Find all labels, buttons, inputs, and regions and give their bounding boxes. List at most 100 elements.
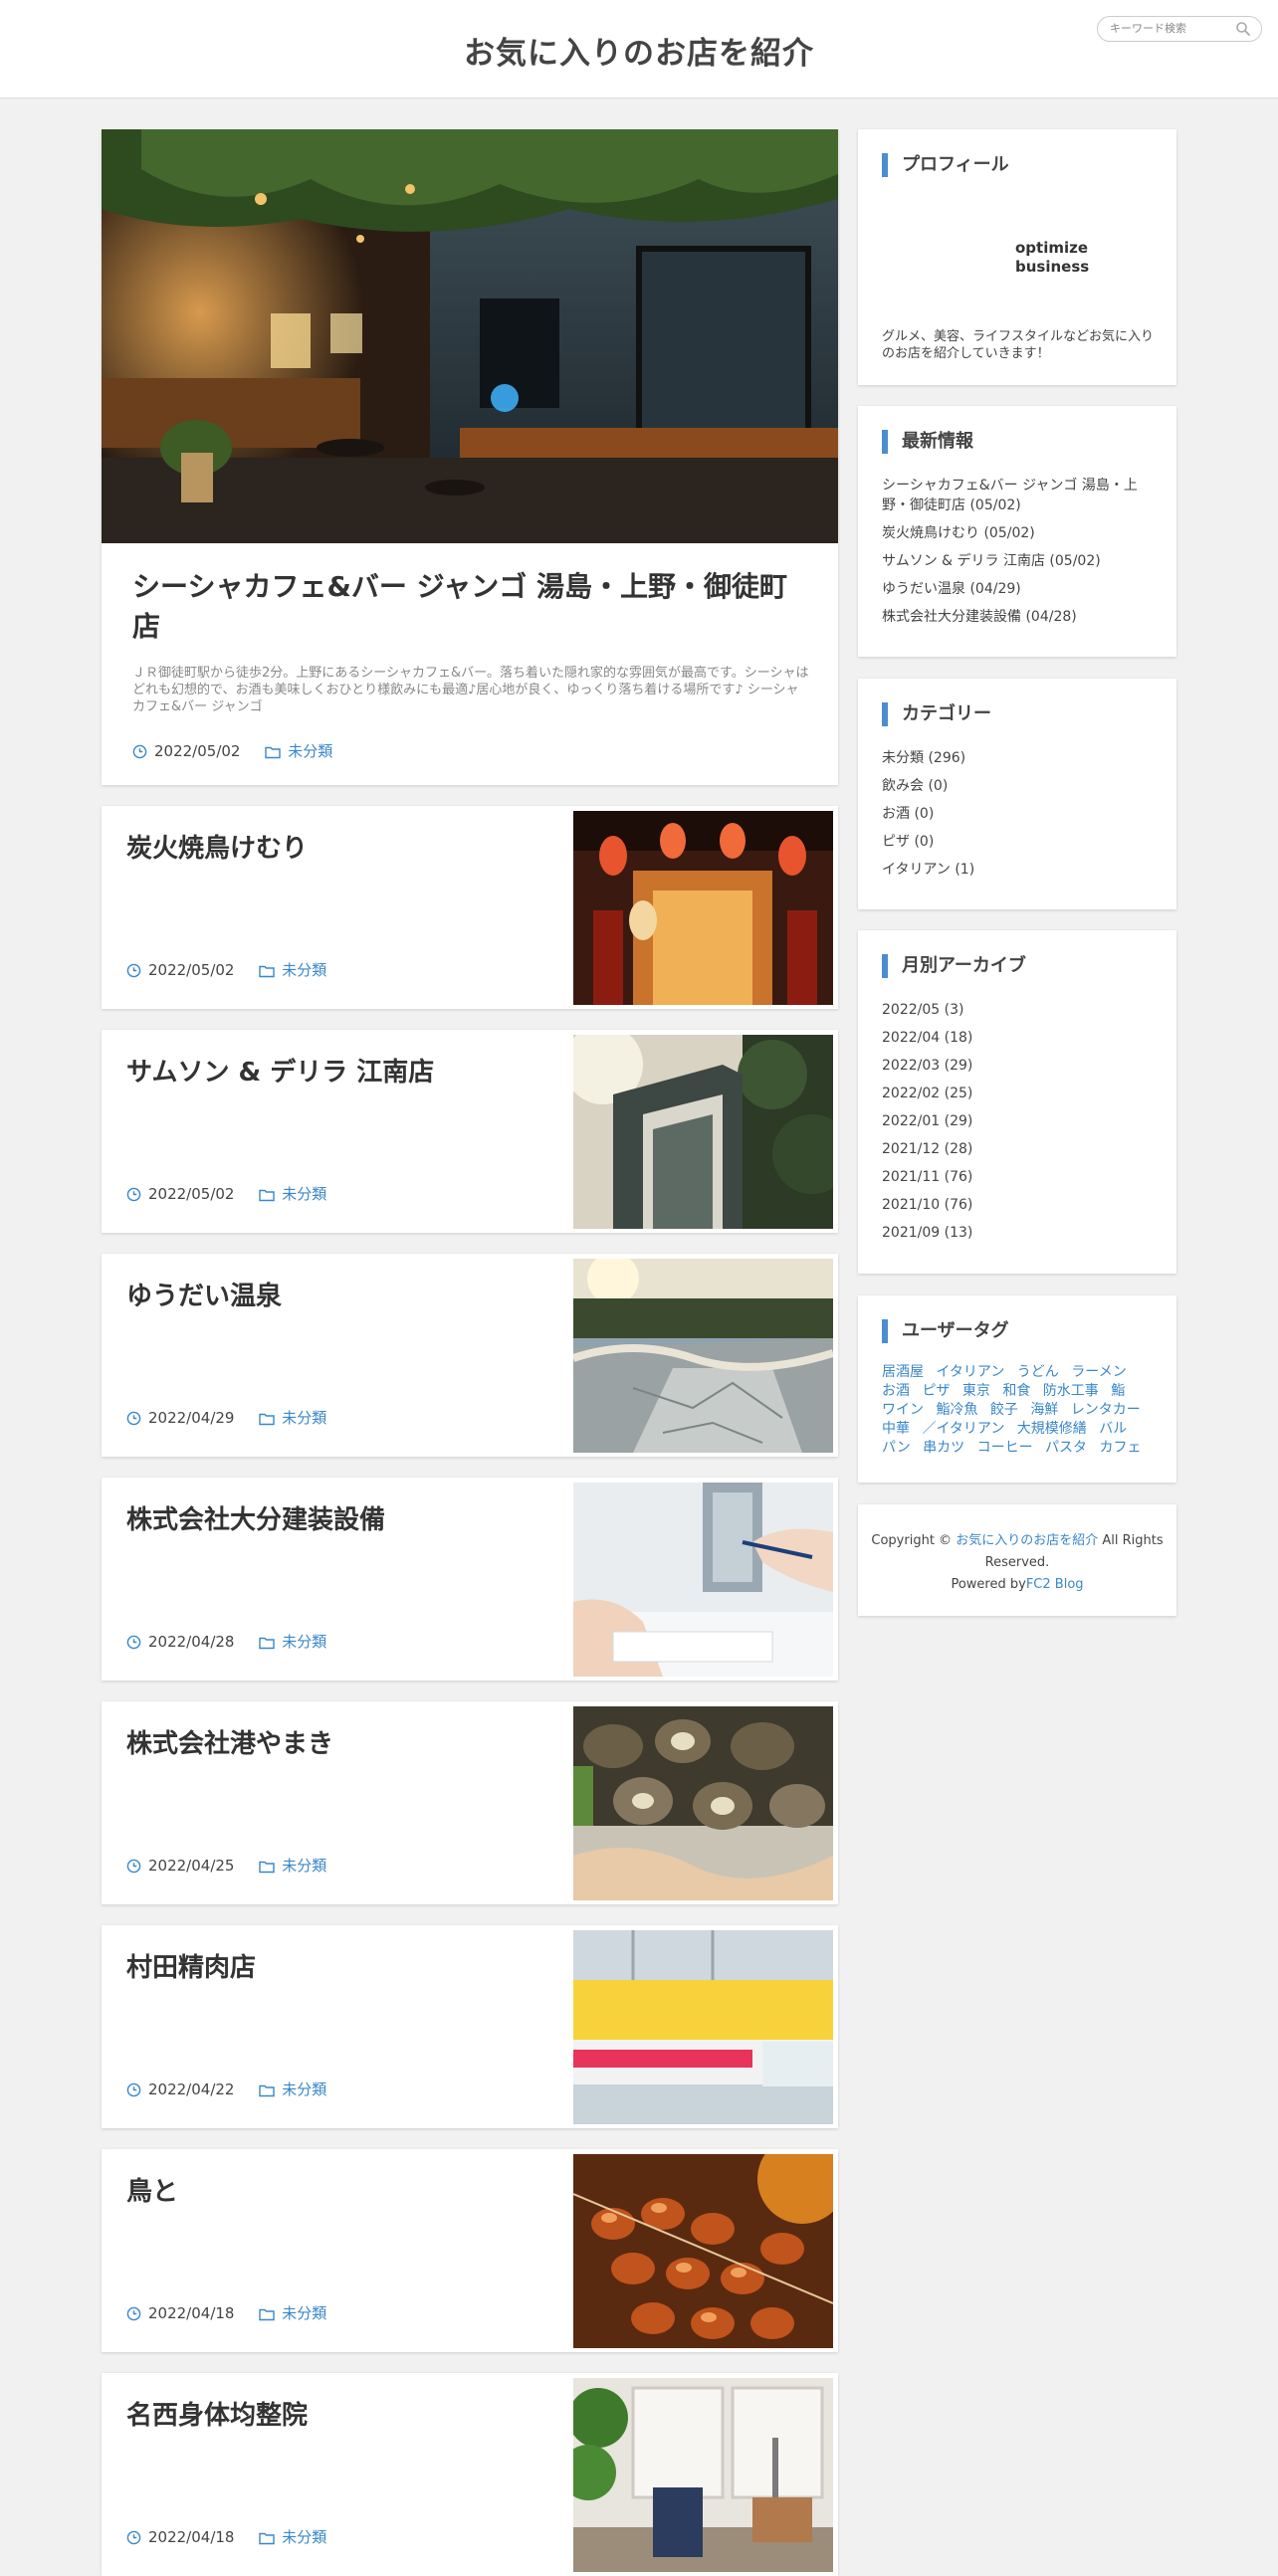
site-title[interactable]: お気に入りのお店を紹介 — [0, 28, 1278, 73]
post-date: 2022/04/28 — [148, 1633, 235, 1651]
post-card[interactable]: サムソン & デリラ 江南店 2022/05/02 未分類 — [102, 1030, 838, 1233]
post-card[interactable]: 名西身体均整院 2022/04/18 未分類 — [102, 2373, 838, 2576]
tag-link[interactable]: 東京 — [962, 1383, 990, 1399]
tag-link[interactable]: コーヒー — [977, 1440, 1033, 1456]
post-category-link[interactable]: 未分類 — [282, 961, 326, 979]
tag-link[interactable]: パン — [882, 1440, 911, 1456]
archive-link[interactable]: 2022/02 (25) — [882, 1080, 1161, 1107]
post-title[interactable]: 名西身体均整院 — [126, 2395, 554, 2432]
archive-link[interactable]: 2021/09 (13) — [882, 1219, 1161, 1247]
powered-by-text: Powered by — [951, 1577, 1026, 1592]
post-date: 2022/05/02 — [148, 961, 235, 979]
archive-link[interactable]: 2022/04 (18) — [882, 1024, 1161, 1052]
category-link[interactable]: 飲み会 (0) — [882, 772, 1161, 800]
post-meta: 2022/04/18 未分類 — [126, 2526, 326, 2547]
post-title[interactable]: 株式会社港やまき — [126, 1723, 554, 1760]
tag-link[interactable]: うどん — [1017, 1364, 1059, 1380]
featured-post[interactable]: シーシャカフェ&バー ジャンゴ 湯島・上野・御徒町店 ＪＲ御徒町駅から徒歩2分。… — [102, 129, 838, 785]
post-thumbnail[interactable] — [573, 2154, 833, 2348]
category-link[interactable]: イタリアン (1) — [882, 856, 1161, 884]
post-category-link[interactable]: 未分類 — [282, 1409, 326, 1427]
category-link[interactable]: お酒 (0) — [882, 800, 1161, 828]
tag-link[interactable]: ワイン — [882, 1402, 924, 1418]
post-category-link[interactable]: 未分類 — [288, 742, 332, 760]
post-card[interactable]: 株式会社大分建装設備 2022/04/28 未分類 — [102, 1478, 838, 1681]
recent-post-link[interactable]: 炭火焼鳥けむり (05/02) — [882, 519, 1161, 547]
archive-link[interactable]: 2022/03 (29) — [882, 1052, 1161, 1080]
tag-link[interactable]: 居酒屋 — [882, 1364, 924, 1380]
featured-image[interactable] — [102, 129, 838, 543]
post-thumbnail[interactable] — [573, 2378, 833, 2572]
tag-link[interactable]: 和食 — [1002, 1383, 1030, 1399]
post-thumbnail[interactable] — [573, 1259, 833, 1453]
profile-name[interactable]: optimize business — [1015, 239, 1125, 277]
post-category-link[interactable]: 未分類 — [282, 2081, 326, 2098]
post-category-link[interactable]: 未分類 — [282, 2528, 326, 2546]
archive-link[interactable]: 2022/05 (3) — [882, 996, 1161, 1024]
recent-post-link[interactable]: サムソン & デリラ 江南店 (05/02) — [882, 547, 1161, 575]
search-box[interactable] — [1097, 16, 1262, 42]
post-thumbnail[interactable] — [573, 811, 833, 1005]
tag-link[interactable]: レンタカー — [1071, 1402, 1141, 1418]
tag-link[interactable]: ラーメン — [1071, 1364, 1126, 1380]
tag-link[interactable]: パスタ — [1045, 1440, 1087, 1456]
archive-link[interactable]: 2021/10 (76) — [882, 1191, 1161, 1219]
featured-title[interactable]: シーシャカフェ&バー ジャンゴ 湯島・上野・御徒町店 — [132, 567, 809, 647]
fc2-blog-link[interactable]: FC2 Blog — [1026, 1577, 1084, 1592]
search-icon[interactable] — [1235, 21, 1251, 37]
post-title[interactable]: サムソン & デリラ 江南店 — [126, 1052, 554, 1089]
recent-post-link[interactable]: シーシャカフェ&バー ジャンゴ 湯島・上野・御徒町店 (05/02) — [882, 472, 1161, 519]
post-title[interactable]: 炭火焼鳥けむり — [126, 828, 554, 865]
post-thumbnail[interactable] — [573, 1930, 833, 2124]
post-title[interactable]: 鳥と — [126, 2171, 554, 2208]
tag-link[interactable]: 鮨冷魚 — [936, 1402, 977, 1418]
categories-list: 未分類 (296) 飲み会 (0) お酒 (0) ピザ (0) イタリアン (1… — [882, 744, 1161, 884]
post-thumbnail[interactable] — [573, 1483, 833, 1677]
archive-link[interactable]: 2022/01 (29) — [882, 1107, 1161, 1135]
category-link[interactable]: 未分類 (296) — [882, 744, 1161, 772]
post-category-link[interactable]: 未分類 — [282, 1633, 326, 1651]
recent-post-link[interactable]: ゆうだい温泉 (04/29) — [882, 575, 1161, 603]
recent-post-link[interactable]: 株式会社大分建装設備 (04/28) — [882, 603, 1161, 631]
archive-link[interactable]: 2021/12 (28) — [882, 1135, 1161, 1163]
post-card[interactable]: 村田精肉店 2022/04/22 未分類 — [102, 1925, 838, 2128]
post-date: 2022/05/02 — [154, 742, 241, 760]
post-category-link[interactable]: 未分類 — [282, 2304, 326, 2322]
post-thumbnail[interactable] — [573, 1706, 833, 1900]
post-date: 2022/04/22 — [148, 2081, 235, 2098]
post-card[interactable]: 株式会社港やまき 2022/04/25 未分類 — [102, 1701, 838, 1904]
tag-link[interactable]: ／イタリアン — [922, 1421, 1004, 1437]
post-meta: 2022/04/28 未分類 — [126, 1631, 326, 1652]
post-card[interactable]: 炭火焼鳥けむり 2022/05/02 未分類 — [102, 806, 838, 1009]
tag-link[interactable]: ピザ — [922, 1383, 950, 1399]
archive-link[interactable]: 2021/11 (76) — [882, 1163, 1161, 1191]
recent-posts-widget: 最新情報 シーシャカフェ&バー ジャンゴ 湯島・上野・御徒町店 (05/02) … — [858, 406, 1176, 657]
search-input[interactable] — [1110, 20, 1227, 37]
post-date: 2022/04/18 — [148, 2528, 235, 2546]
tag-link[interactable]: お酒 — [882, 1383, 910, 1399]
widget-title: カテゴリー — [882, 702, 991, 726]
tag-link[interactable]: イタリアン — [936, 1364, 1004, 1380]
post-title[interactable]: 株式会社大分建装設備 — [126, 1499, 554, 1536]
post-title[interactable]: 村田精肉店 — [126, 1947, 554, 1984]
tag-link[interactable]: 串カツ — [923, 1440, 964, 1456]
post-category-link[interactable]: 未分類 — [282, 1185, 326, 1203]
post-thumbnail[interactable] — [573, 1035, 833, 1229]
tag-link[interactable]: 海鮮 — [1030, 1402, 1058, 1418]
tag-link[interactable]: バル — [1099, 1421, 1127, 1437]
tag-link[interactable]: 餃子 — [990, 1402, 1018, 1418]
tag-link[interactable]: カフェ — [1100, 1440, 1142, 1456]
footer-widget: Copyright © お気に入りのお店を紹介 All Rights Reser… — [858, 1504, 1176, 1616]
tag-link[interactable]: 鮨 — [1111, 1383, 1125, 1399]
tag-link[interactable]: 中華 — [882, 1421, 910, 1437]
clock-icon — [126, 2530, 141, 2545]
site-link[interactable]: お気に入りのお店を紹介 — [956, 1533, 1098, 1548]
tag-link[interactable]: 防水工事 — [1043, 1383, 1099, 1399]
post-date: 2022/04/18 — [148, 2304, 235, 2322]
post-card[interactable]: ゆうだい温泉 2022/04/29 未分類 — [102, 1254, 838, 1457]
post-category-link[interactable]: 未分類 — [282, 1857, 326, 1875]
tag-link[interactable]: 大規模修繕 — [1017, 1421, 1087, 1437]
post-card[interactable]: 鳥と 2022/04/18 未分類 — [102, 2149, 838, 2352]
post-title[interactable]: ゆうだい温泉 — [126, 1276, 554, 1312]
category-link[interactable]: ピザ (0) — [882, 828, 1161, 856]
